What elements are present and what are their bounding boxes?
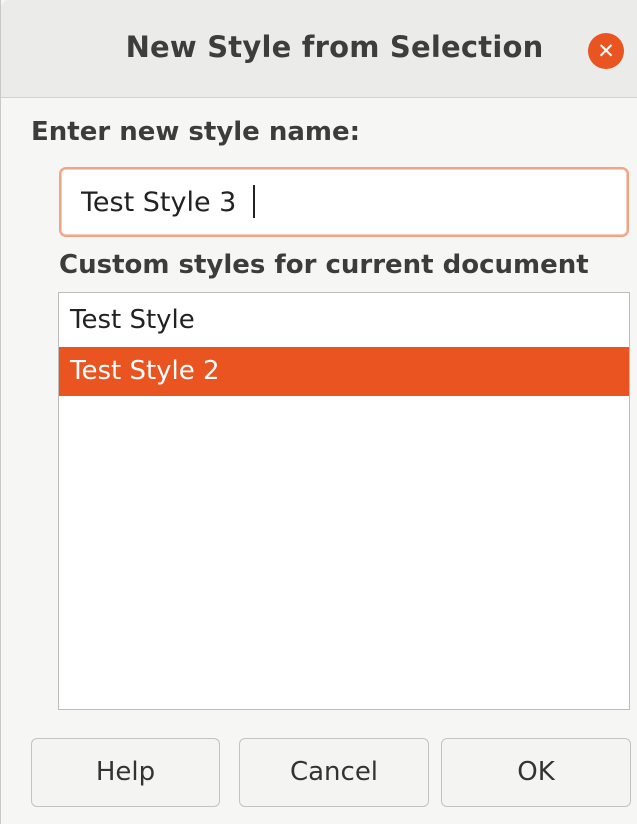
close-button[interactable]: ✕ (588, 33, 624, 69)
style-name-label: Enter new style name: (31, 117, 361, 147)
text-caret (253, 185, 255, 218)
custom-styles-label: Custom styles for current document (59, 250, 589, 280)
help-button[interactable]: Help (31, 738, 220, 807)
dialog-titlebar: New Style from Selection ✕ (1, 0, 637, 98)
ok-button[interactable]: OK (441, 738, 631, 807)
custom-styles-list[interactable]: Test Style Test Style 2 (58, 292, 630, 710)
new-style-dialog: New Style from Selection ✕ Enter new sty… (0, 0, 637, 824)
list-item-test-style-2[interactable]: Test Style 2 (59, 347, 629, 396)
cancel-button[interactable]: Cancel (239, 738, 429, 807)
dialog-title: New Style from Selection (125, 30, 544, 64)
list-item-test-style[interactable]: Test Style (59, 296, 629, 345)
style-name-input[interactable] (59, 167, 629, 237)
close-icon: ✕ (597, 39, 615, 63)
